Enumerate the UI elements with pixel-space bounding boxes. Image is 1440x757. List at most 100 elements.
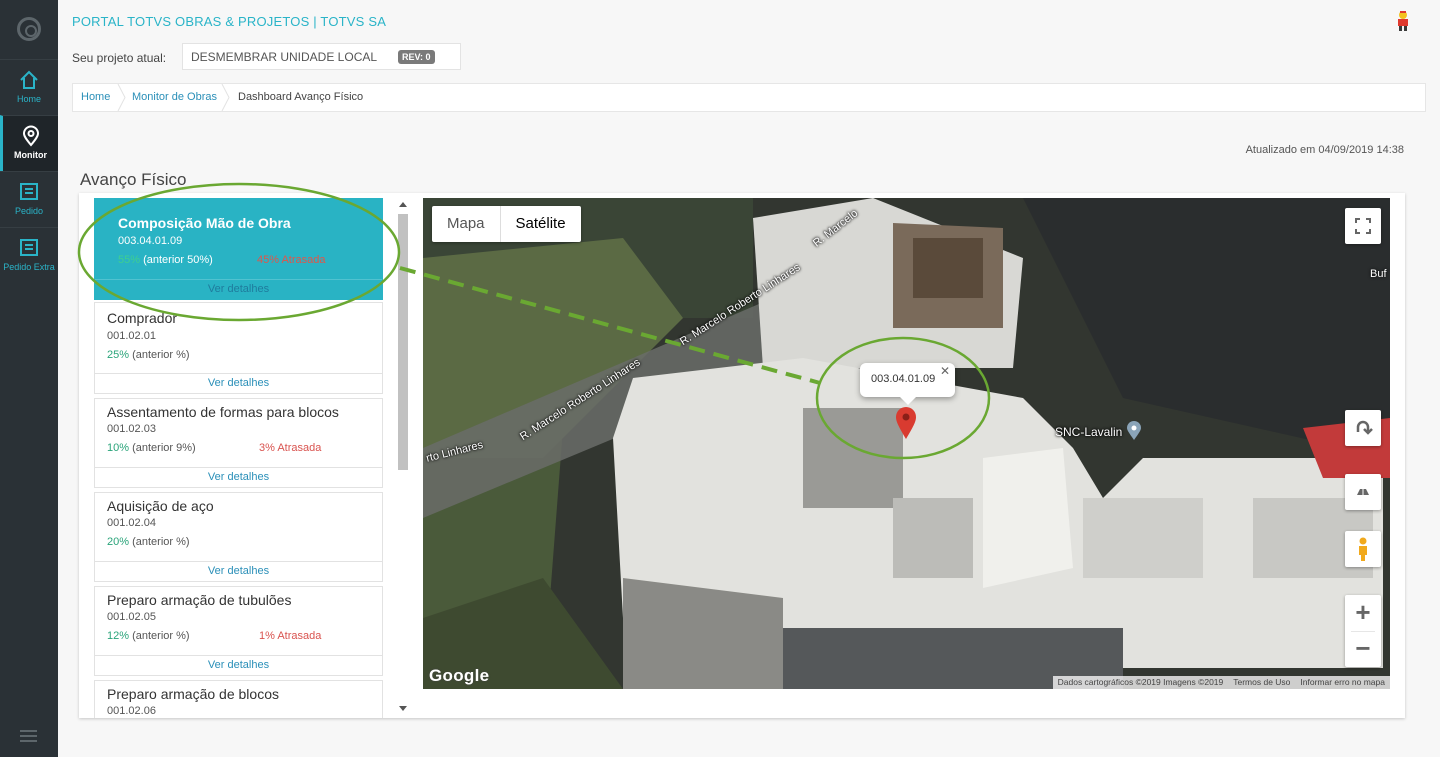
user-avatar[interactable] — [1394, 10, 1412, 32]
view-details-link[interactable]: Ver detalhes — [95, 561, 382, 581]
map-edge-label: Buf — [1370, 268, 1387, 280]
report-error-link[interactable]: Informar erro no mapa — [1300, 677, 1385, 688]
section-title: Avanço Físico — [80, 170, 187, 189]
task-name: Assentamento de formas para blocos — [107, 404, 339, 420]
breadcrumb-current: Dashboard Avanço Físico — [238, 91, 364, 103]
task-delay: 1% Atrasada — [259, 630, 322, 642]
sidebar-item-home[interactable]: Home — [0, 59, 58, 115]
sidebar-item-monitor[interactable]: Monitor — [0, 115, 58, 171]
terms-link[interactable]: Termos de Uso — [1233, 677, 1290, 688]
task-delay: 45% Atrasada — [257, 254, 326, 266]
task-code: 003.04.01.09 — [118, 235, 183, 247]
fullscreen-icon — [1355, 218, 1371, 234]
task-name: Composição Mão de Obra — [118, 215, 291, 231]
map-type-satelite[interactable]: Satélite — [499, 206, 581, 242]
task-name: Preparo armação de blocos — [107, 686, 279, 702]
sidebar-item-pedido[interactable]: Pedido — [0, 171, 58, 227]
task-previous: (anterior 50%) — [143, 254, 213, 266]
zoom-out-button[interactable]: − — [1345, 631, 1381, 667]
poi-label: SNC-Lavalin — [1055, 425, 1123, 439]
task-name: Preparo armação de tubulões — [107, 592, 292, 608]
rotate-map-button[interactable] — [1345, 410, 1381, 446]
task-code: 001.02.03 — [107, 423, 156, 435]
sidebar-item-label: Pedido — [14, 206, 44, 216]
task-progress: 25% (anterior %) — [107, 349, 190, 361]
task-progress: 55% (anterior 50%) — [118, 254, 213, 266]
view-details-link[interactable]: Ver detalhes — [95, 655, 382, 675]
task-progress: 20% (anterior %) — [107, 536, 190, 548]
sidebar-item-label: Pedido Extra — [3, 262, 55, 272]
task-progress-value: 20% — [107, 536, 130, 548]
task-previous: (anterior %) — [132, 349, 190, 361]
sidebar-item-pedido-extra[interactable]: Pedido Extra — [0, 227, 58, 283]
map-type-toggle[interactable]: Mapa Satélite — [432, 206, 581, 242]
map-marker-icon[interactable] — [895, 406, 917, 440]
street-view-pegman-button[interactable] — [1345, 531, 1381, 567]
breadcrumb-home[interactable]: Home — [81, 91, 110, 103]
sidebar-item-label: Home — [16, 94, 41, 104]
location-pin-icon — [20, 125, 42, 147]
task-delay: 3% Atrasada — [259, 442, 322, 454]
breadcrumb-separator — [117, 84, 126, 111]
document-list-icon — [18, 181, 40, 203]
sidebar: Home Monitor Pedido Pedido Extra — [0, 0, 58, 757]
satellite-map[interactable]: R. Marcelo R. Marcelo Roberto Linhares R… — [423, 198, 1390, 689]
scroll-down-icon[interactable] — [399, 706, 407, 711]
task-previous: (anterior %) — [132, 536, 190, 548]
zoom-in-button[interactable]: + — [1345, 595, 1381, 631]
task-progress-value: 25% — [107, 349, 130, 361]
project-selector[interactable]: DESMEMBRAR UNIDADE LOCAL REV: 0 — [182, 43, 461, 70]
pegman-icon — [1359, 537, 1367, 561]
hamburger-menu-icon[interactable] — [20, 730, 37, 742]
task-progress: 10% (anterior 9%) — [107, 442, 196, 454]
marker-info-window: 003.04.01.09 ✕ — [860, 363, 955, 405]
sidebar-item-label: Monitor — [14, 150, 47, 160]
document-list-icon — [18, 237, 40, 259]
task-card[interactable]: Comprador 001.02.01 25% (anterior %) Ver… — [94, 302, 383, 394]
task-card[interactable]: Assentamento de formas para blocos 001.0… — [94, 398, 383, 488]
task-previous: (anterior %) — [132, 630, 190, 642]
view-details-link[interactable]: Ver detalhes — [95, 279, 382, 299]
zoom-controls: + − — [1345, 595, 1381, 667]
poi-pin-icon[interactable] — [1126, 421, 1142, 441]
task-code: 001.02.04 — [107, 517, 156, 529]
fullscreen-button[interactable] — [1345, 208, 1381, 244]
totvs-logo-icon — [17, 17, 41, 41]
breadcrumb-monitor-de-obras[interactable]: Monitor de Obras — [132, 91, 217, 103]
scroll-up-icon[interactable] — [399, 202, 407, 207]
task-card[interactable]: Preparo armação de tubulões 001.02.05 12… — [94, 586, 383, 676]
task-list-scrollbar[interactable] — [396, 198, 410, 718]
task-progress-value: 12% — [107, 630, 130, 642]
task-progress-value: 55% — [118, 254, 141, 266]
satellite-imagery — [423, 198, 1390, 689]
task-previous: (anterior 9%) — [132, 442, 196, 454]
task-list: Composição Mão de Obra 003.04.01.09 55% … — [94, 198, 384, 718]
view-details-link[interactable]: Ver detalhes — [95, 467, 382, 487]
task-code: 001.02.01 — [107, 330, 156, 342]
project-label: Seu projeto atual: — [72, 51, 167, 65]
task-card-selected[interactable]: Composição Mão de Obra 003.04.01.09 55% … — [94, 198, 383, 300]
task-progress-value: 10% — [107, 442, 130, 454]
last-updated: Atualizado em 04/09/2019 14:38 — [1245, 144, 1404, 156]
scroll-thumb[interactable] — [398, 214, 408, 470]
marker-info-label: 003.04.01.09 — [871, 373, 936, 385]
view-details-link[interactable]: Ver detalhes — [95, 373, 382, 393]
task-code: 001.02.05 — [107, 611, 156, 623]
home-icon — [18, 69, 40, 91]
breadcrumb: Home Monitor de Obras Dashboard Avanço F… — [72, 83, 1426, 112]
map-type-mapa[interactable]: Mapa — [432, 206, 500, 242]
tilt-map-button[interactable] — [1345, 474, 1381, 510]
task-code: 001.02.06 — [107, 705, 156, 717]
task-name: Comprador — [107, 310, 178, 326]
portal-title: PORTAL TOTVS OBRAS & PROJETOS | TOTVS SA — [72, 14, 387, 29]
tilt-icon — [1357, 489, 1369, 495]
google-logo: Google — [429, 666, 490, 685]
close-icon[interactable]: ✕ — [940, 364, 950, 378]
task-progress: 12% (anterior %) — [107, 630, 190, 642]
revision-badge: REV: 0 — [398, 50, 435, 64]
task-card[interactable]: Preparo armação de blocos 001.02.06 — [94, 680, 383, 718]
task-card[interactable]: Aquisição de aço 001.02.04 20% (anterior… — [94, 492, 383, 582]
map-attribution: Dados cartográficos ©2019 Imagens ©2019 … — [1052, 676, 1390, 689]
task-name: Aquisição de aço — [107, 498, 214, 514]
rotate-icon — [1356, 420, 1373, 435]
